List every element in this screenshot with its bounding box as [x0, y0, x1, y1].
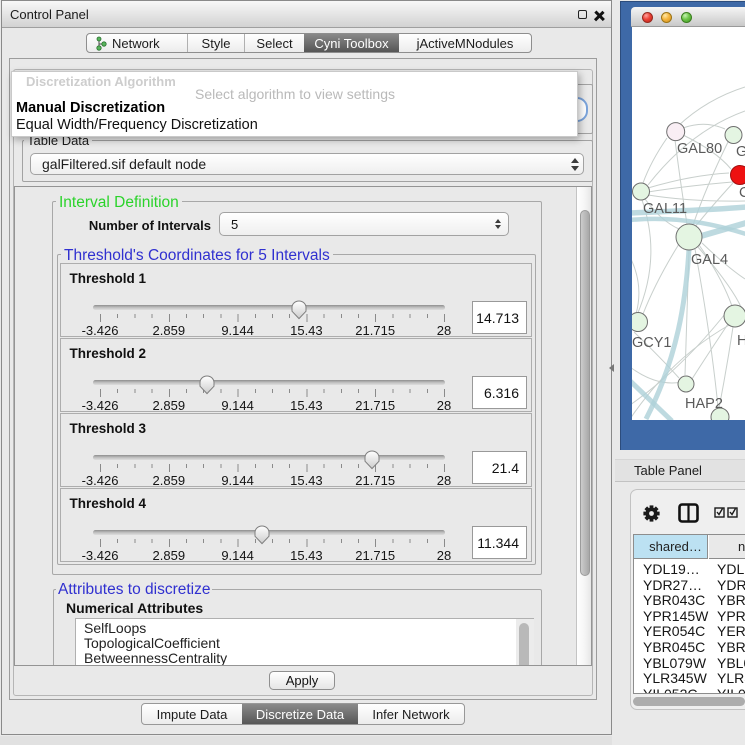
svg-text:C: C [739, 185, 745, 201]
svg-text:H: H [737, 333, 745, 349]
svg-text:GAL80: GAL80 [677, 141, 722, 157]
svg-text:G: G [736, 144, 745, 160]
svg-text:GAL4: GAL4 [691, 252, 728, 268]
svg-text:HAP2: HAP2 [685, 396, 723, 412]
svg-text:GAL11: GAL11 [643, 201, 687, 217]
svg-text:GCY1: GCY1 [632, 335, 672, 351]
